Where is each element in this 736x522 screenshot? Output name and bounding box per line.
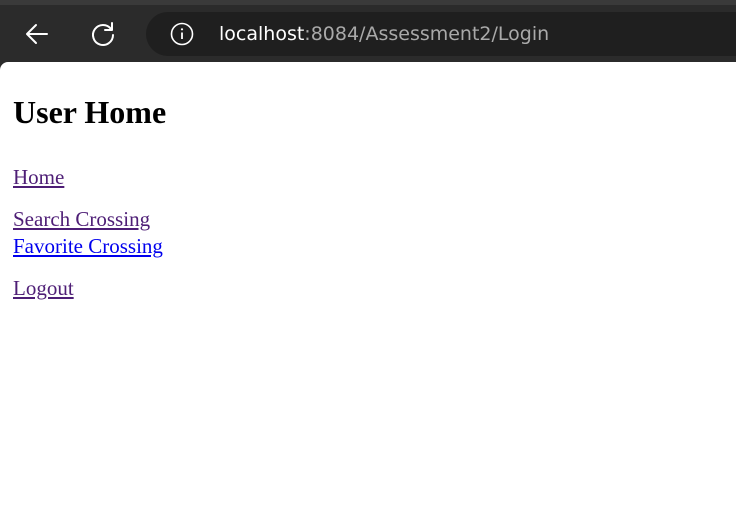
address-bar[interactable]: localhost:8084/Assessment2/Login (146, 12, 736, 56)
back-button[interactable] (22, 19, 52, 49)
reload-icon (92, 22, 114, 46)
url-path: :8084/Assessment2/Login (304, 23, 550, 45)
logout-link[interactable]: Logout (13, 276, 74, 300)
browser-toolbar: localhost:8084/Assessment2/Login (0, 0, 736, 62)
home-link[interactable]: Home (13, 165, 64, 189)
info-icon[interactable] (170, 22, 194, 46)
url-host: localhost (219, 23, 305, 45)
url-text[interactable]: localhost:8084/Assessment2/Login (219, 23, 549, 45)
favorite-crossing-link[interactable]: Favorite Crossing (13, 234, 163, 258)
reload-button[interactable] (88, 19, 118, 49)
page-title: User Home (13, 94, 167, 130)
back-arrow-icon (26, 24, 48, 44)
page-content: User Home Home Search Crossing Favorite … (0, 62, 736, 522)
search-crossing-link[interactable]: Search Crossing (13, 207, 150, 231)
